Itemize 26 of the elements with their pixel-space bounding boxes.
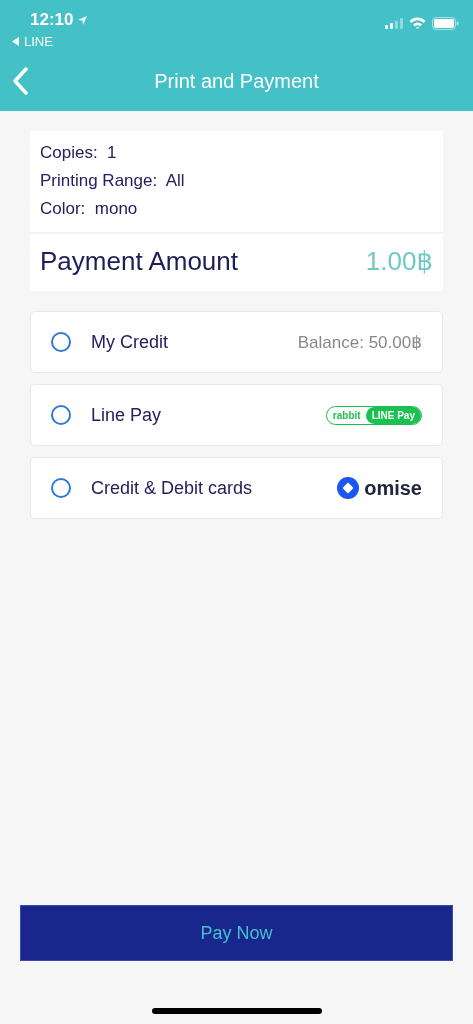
option-label: Line Pay	[91, 404, 162, 426]
pay-now-button[interactable]: Pay Now	[20, 905, 453, 961]
battery-icon	[432, 16, 459, 30]
back-triangle-icon[interactable]	[12, 37, 20, 46]
balance-text: Balance: 50.00฿	[297, 331, 422, 353]
amount-label: Payment Amount	[40, 246, 238, 277]
status-time: 12:10	[30, 10, 74, 30]
detail-text: Color: mono	[40, 198, 139, 220]
option-label: Credit & Debit cards	[91, 477, 253, 499]
detail-text: Copies: 1	[40, 142, 118, 164]
signal-icon	[385, 17, 403, 29]
location-arrow-icon	[77, 14, 89, 26]
payment-option[interactable]: My Credit Balance: 50.00฿	[30, 311, 443, 373]
omise-logo-text: omise	[364, 476, 422, 500]
wifi-icon	[409, 17, 426, 29]
radio-button[interactable]	[51, 405, 71, 425]
amount-value: 1.00฿	[365, 246, 433, 277]
radio-button[interactable]	[51, 332, 71, 352]
page-title: Print and Payment	[154, 69, 319, 93]
radio-button[interactable]	[51, 478, 71, 498]
payment-option[interactable]: Credit & Debit cards omise	[30, 457, 443, 519]
diamond-logo-icon	[337, 477, 360, 499]
payment-option[interactable]: Line Pay rabbit LINE Pay	[30, 384, 443, 446]
back-chevron-icon[interactable]	[12, 67, 28, 95]
option-label: My Credit	[91, 331, 168, 353]
detail-text: Printing Range: All	[40, 170, 186, 192]
